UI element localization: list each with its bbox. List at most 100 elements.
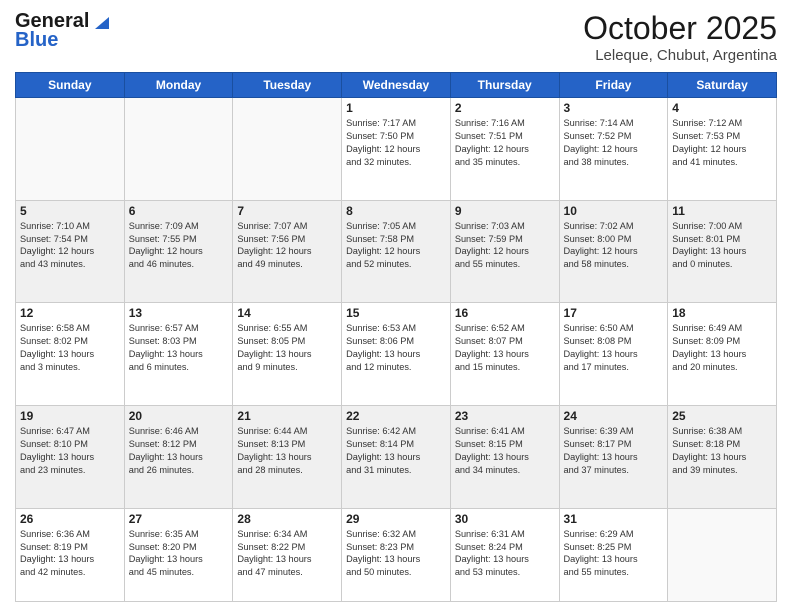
day-number: 19 <box>20 409 120 423</box>
cell-text: Sunset: 8:05 PM <box>237 335 337 348</box>
day-number: 20 <box>129 409 229 423</box>
calendar-cell: 13Sunrise: 6:57 AMSunset: 8:03 PMDayligh… <box>124 303 233 406</box>
cell-text: Sunset: 8:01 PM <box>672 233 772 246</box>
logo-icon <box>91 13 109 31</box>
cell-text: Sunset: 8:06 PM <box>346 335 446 348</box>
cell-text: Daylight: 13 hours <box>20 553 120 566</box>
cell-text: Sunrise: 6:53 AM <box>346 322 446 335</box>
cell-text: Sunrise: 6:52 AM <box>455 322 555 335</box>
calendar-cell: 10Sunrise: 7:02 AMSunset: 8:00 PMDayligh… <box>559 200 668 303</box>
cell-text: Sunset: 7:59 PM <box>455 233 555 246</box>
month-title: October 2025 <box>583 10 777 47</box>
cell-text: Sunrise: 6:38 AM <box>672 425 772 438</box>
day-number: 2 <box>455 101 555 115</box>
calendar-cell: 18Sunrise: 6:49 AMSunset: 8:09 PMDayligh… <box>668 303 777 406</box>
day-number: 13 <box>129 306 229 320</box>
calendar-cell: 23Sunrise: 6:41 AMSunset: 8:15 PMDayligh… <box>450 405 559 508</box>
cell-text: Sunset: 8:14 PM <box>346 438 446 451</box>
cell-text: Sunset: 8:07 PM <box>455 335 555 348</box>
cell-text: Sunrise: 7:03 AM <box>455 220 555 233</box>
cell-text: and 38 minutes. <box>564 156 664 169</box>
cell-text: and 3 minutes. <box>20 361 120 374</box>
cell-text: Daylight: 13 hours <box>346 348 446 361</box>
calendar-cell: 11 Sunrise: 7:00 AMSunset: 8:01 PMDayligh… <box>668 200 777 303</box>
day-number: 27 <box>129 512 229 526</box>
cell-text: Sunrise: 6:42 AM <box>346 425 446 438</box>
cell-text: Sunset: 8:22 PM <box>237 541 337 554</box>
calendar-cell: 19Sunrise: 6:47 AMSunset: 8:10 PMDayligh… <box>16 405 125 508</box>
day-number: 26 <box>20 512 120 526</box>
col-thursday: Thursday <box>450 73 559 98</box>
cell-text: and 28 minutes. <box>237 464 337 477</box>
calendar-cell: 21Sunrise: 6:44 AMSunset: 8:13 PMDayligh… <box>233 405 342 508</box>
cell-text: and 50 minutes. <box>346 566 446 579</box>
cell-text: Daylight: 13 hours <box>346 451 446 464</box>
cell-text: Sunrise: 7:07 AM <box>237 220 337 233</box>
calendar-cell: 17Sunrise: 6:50 AMSunset: 8:08 PMDayligh… <box>559 303 668 406</box>
cell-text: and 42 minutes. <box>20 566 120 579</box>
cell-text: Daylight: 12 hours <box>455 245 555 258</box>
day-number: 24 <box>564 409 664 423</box>
cell-text: and 6 minutes. <box>129 361 229 374</box>
cell-text: Sunrise: 6:32 AM <box>346 528 446 541</box>
cell-text: and 26 minutes. <box>129 464 229 477</box>
cell-text: Daylight: 13 hours <box>564 553 664 566</box>
cell-text: and 35 minutes. <box>455 156 555 169</box>
cell-text: and 46 minutes. <box>129 258 229 271</box>
cell-text: and 17 minutes. <box>564 361 664 374</box>
cell-text: and 23 minutes. <box>20 464 120 477</box>
cell-text: Daylight: 13 hours <box>564 348 664 361</box>
day-number: 11 <box>672 204 772 218</box>
cell-text: Sunset: 7:55 PM <box>129 233 229 246</box>
cell-text: Sunset: 7:50 PM <box>346 130 446 143</box>
cell-text: Daylight: 12 hours <box>564 245 664 258</box>
calendar-cell <box>668 508 777 601</box>
day-number: 5 <box>20 204 120 218</box>
cell-text: Sunrise: 7:00 AM <box>672 220 772 233</box>
cell-text: Sunset: 8:00 PM <box>564 233 664 246</box>
cell-text: Sunset: 8:10 PM <box>20 438 120 451</box>
cell-text: Sunrise: 6:39 AM <box>564 425 664 438</box>
col-saturday: Saturday <box>668 73 777 98</box>
cell-text: Sunrise: 7:05 AM <box>346 220 446 233</box>
calendar-cell: 1Sunrise: 7:17 AMSunset: 7:50 PMDaylight… <box>342 98 451 201</box>
cell-text: and 20 minutes. <box>672 361 772 374</box>
cell-text: Sunset: 8:12 PM <box>129 438 229 451</box>
cell-text: Sunrise: 7:09 AM <box>129 220 229 233</box>
cell-text: Daylight: 12 hours <box>672 143 772 156</box>
cell-text: Daylight: 13 hours <box>237 348 337 361</box>
cell-text: Sunrise: 6:31 AM <box>455 528 555 541</box>
col-wednesday: Wednesday <box>342 73 451 98</box>
cell-text: Sunrise: 6:57 AM <box>129 322 229 335</box>
day-number: 31 <box>564 512 664 526</box>
cell-text: Sunrise: 6:58 AM <box>20 322 120 335</box>
cell-text: and 34 minutes. <box>455 464 555 477</box>
cell-text: and 39 minutes. <box>672 464 772 477</box>
day-number: 29 <box>346 512 446 526</box>
day-number: 10 <box>564 204 664 218</box>
cell-text: Sunset: 8:13 PM <box>237 438 337 451</box>
cell-text: and 0 minutes. <box>672 258 772 271</box>
cell-text: Daylight: 13 hours <box>455 451 555 464</box>
cell-text: Daylight: 12 hours <box>20 245 120 258</box>
cell-text: and 31 minutes. <box>346 464 446 477</box>
day-number: 22 <box>346 409 446 423</box>
cell-text: Daylight: 13 hours <box>455 553 555 566</box>
cell-text: and 12 minutes. <box>346 361 446 374</box>
cell-text: Daylight: 13 hours <box>564 451 664 464</box>
cell-text: Sunrise: 6:47 AM <box>20 425 120 438</box>
cell-text: Sunset: 7:56 PM <box>237 233 337 246</box>
cell-text: Sunset: 7:54 PM <box>20 233 120 246</box>
cell-text: Sunset: 8:18 PM <box>672 438 772 451</box>
day-number: 9 <box>455 204 555 218</box>
day-number: 12 <box>20 306 120 320</box>
cell-text: Sunset: 8:15 PM <box>455 438 555 451</box>
cell-text: Daylight: 13 hours <box>672 245 772 258</box>
day-number: 1 <box>346 101 446 115</box>
cell-text: Daylight: 13 hours <box>672 451 772 464</box>
cell-text: Daylight: 13 hours <box>129 451 229 464</box>
day-number: 4 <box>672 101 772 115</box>
title-area: October 2025 Leleque, Chubut, Argentina <box>583 10 777 64</box>
cell-text: Sunrise: 7:12 AM <box>672 117 772 130</box>
cell-text: Sunset: 8:17 PM <box>564 438 664 451</box>
